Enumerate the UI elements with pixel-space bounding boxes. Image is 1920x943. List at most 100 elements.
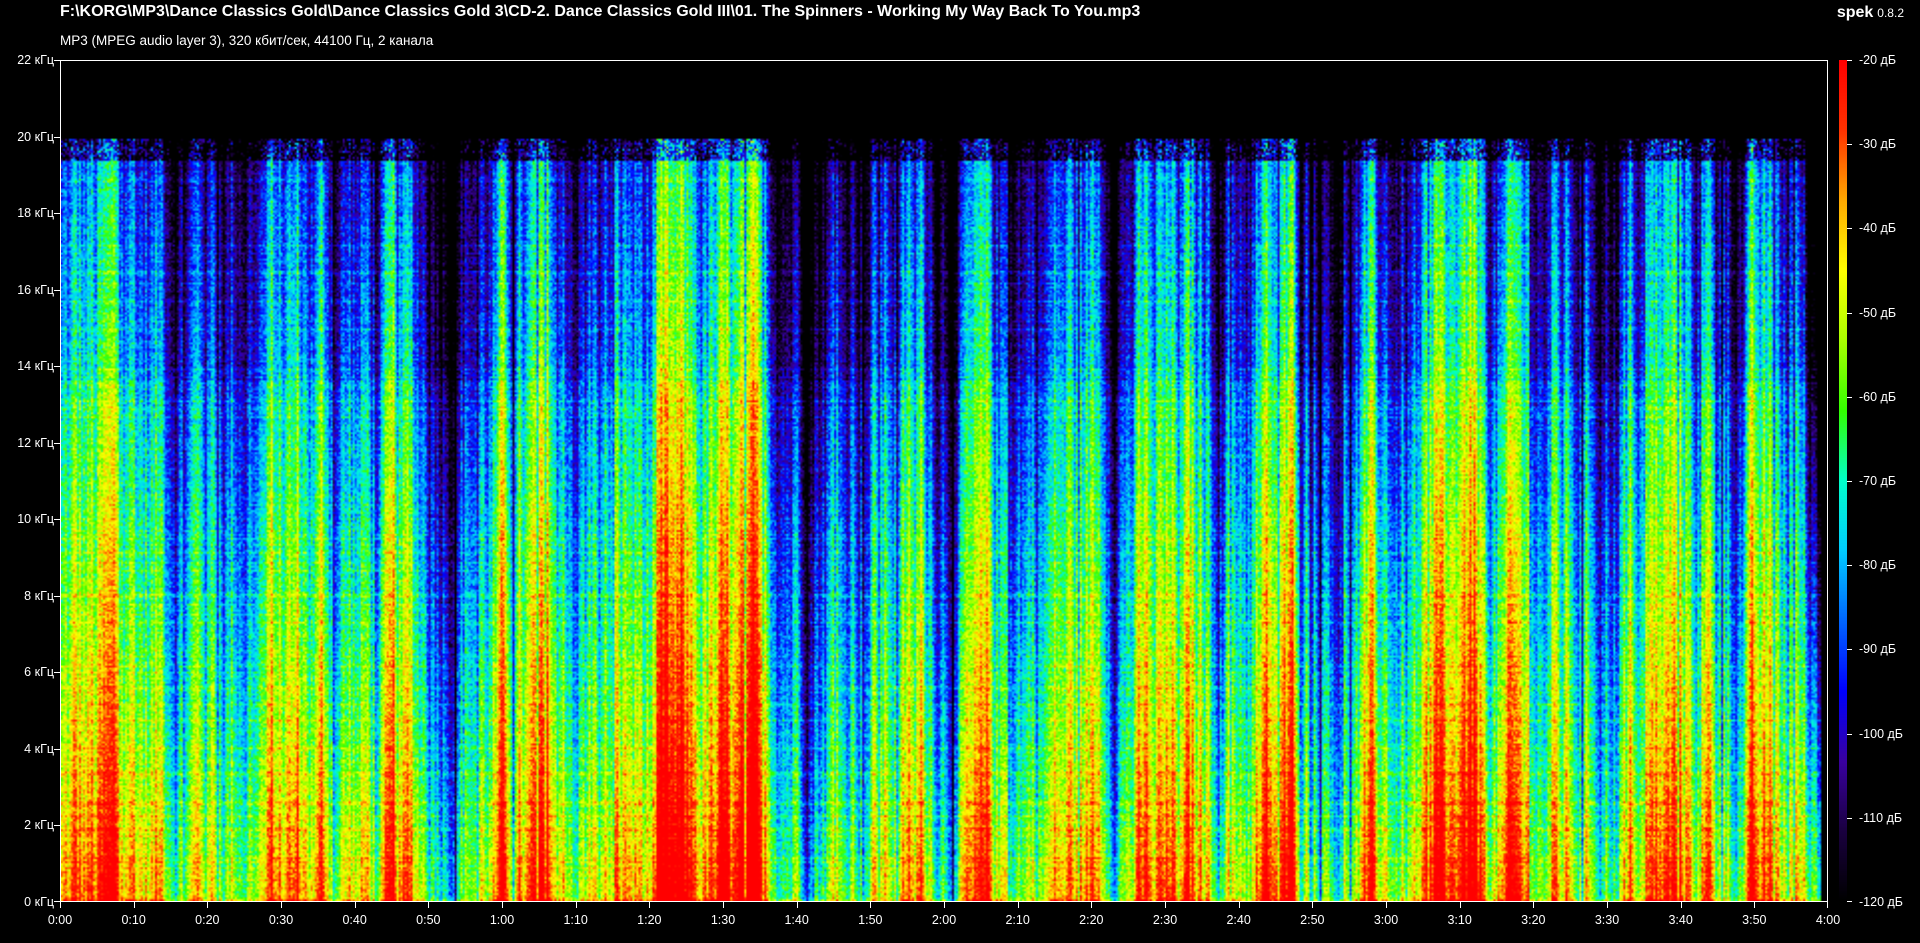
colorbar-tick-mark xyxy=(1847,565,1852,567)
x-tick-mark xyxy=(1386,902,1387,908)
y-tick-label: 22 кГц xyxy=(17,53,54,67)
x-tick-mark xyxy=(1238,902,1240,908)
x-tick-mark xyxy=(1017,902,1019,908)
y-tick-mark xyxy=(54,366,60,368)
y-tick-mark xyxy=(54,213,60,215)
x-tick-label: 2:30 xyxy=(1152,913,1178,927)
colorbar-tick-mark xyxy=(1847,649,1852,651)
colorbar-tick-mark xyxy=(1847,144,1852,146)
colorbar-tick-mark xyxy=(1847,396,1852,398)
y-tick-label: 0 кГц xyxy=(24,895,54,909)
y-tick-label: 20 кГц xyxy=(17,129,54,144)
x-tick-mark xyxy=(723,902,724,908)
y-tick-label: 16 кГц xyxy=(17,282,54,297)
x-tick-mark xyxy=(428,902,430,908)
x-tick-label: 3:20 xyxy=(1521,913,1546,927)
x-tick-label: 2:20 xyxy=(1079,913,1104,927)
colorbar-tick-label: -30 дБ xyxy=(1859,137,1897,152)
y-tick-mark xyxy=(54,748,60,750)
x-tick-label: 3:30 xyxy=(1594,913,1620,927)
y-tick-mark xyxy=(54,595,60,597)
x-tick-mark xyxy=(502,902,503,908)
x-tick-mark xyxy=(1165,902,1166,908)
x-tick-label: 2:40 xyxy=(1226,913,1251,927)
colorbar-tick-label: -110 дБ xyxy=(1859,810,1903,825)
x-tick-mark xyxy=(1533,902,1535,908)
y-tick-label: 6 кГц xyxy=(24,665,54,680)
x-tick-mark xyxy=(1827,902,1828,908)
x-tick-label: 1:00 xyxy=(489,913,515,927)
x-tick-mark xyxy=(133,902,135,908)
x-tick-mark xyxy=(60,902,61,908)
x-tick-mark xyxy=(354,902,356,908)
x-tick-label: 2:50 xyxy=(1300,913,1325,927)
db-colorbar xyxy=(1839,60,1847,902)
x-tick-mark xyxy=(281,902,282,908)
spectrogram-plot xyxy=(60,60,1828,902)
x-tick-label: 3:50 xyxy=(1742,913,1767,927)
y-tick-label: 12 кГц xyxy=(17,435,54,450)
y-tick-label: 2 кГц xyxy=(24,818,54,833)
y-tick-mark xyxy=(54,289,60,291)
colorbar-tick-label: -120 дБ xyxy=(1859,895,1903,909)
x-tick-mark xyxy=(1680,902,1682,908)
x-tick-mark xyxy=(1312,902,1314,908)
x-tick-label: 1:10 xyxy=(563,913,588,927)
x-tick-label: 0:40 xyxy=(342,913,367,927)
db-colorbar-scale: -20 дБ -30 дБ -40 дБ -50 дБ -60 дБ -70 дБ -80 … xyxy=(1847,53,1920,909)
x-tick-label: 2:10 xyxy=(1005,913,1030,927)
x-tick-label: 3:40 xyxy=(1668,913,1693,927)
x-tick-mark xyxy=(870,902,872,908)
colorbar-tick-mark xyxy=(1847,228,1852,230)
x-tick-label: 3:10 xyxy=(1447,913,1472,927)
x-tick-mark xyxy=(649,902,651,908)
x-tick-mark xyxy=(1091,902,1093,908)
x-tick-label: 0:50 xyxy=(416,913,441,927)
x-tick-mark xyxy=(207,902,209,908)
colorbar-tick-label: -40 дБ xyxy=(1859,221,1897,236)
colorbar-tick-label: -50 дБ xyxy=(1859,305,1897,320)
x-tick-label: 1:30 xyxy=(710,913,736,927)
colorbar-tick-mark xyxy=(1847,733,1852,735)
colorbar-tick-label: -90 дБ xyxy=(1859,642,1897,657)
colorbar-tick-label: -100 дБ xyxy=(1859,726,1903,741)
colorbar-tick-label: -60 дБ xyxy=(1859,389,1897,404)
y-tick-mark xyxy=(54,60,60,61)
app-name: spek xyxy=(1836,4,1874,21)
x-tick-label: 0:20 xyxy=(195,913,220,927)
y-tick-mark xyxy=(54,672,60,674)
x-tick-label: 0:30 xyxy=(268,913,294,927)
colorbar-tick-mark xyxy=(1847,481,1852,482)
y-tick-mark xyxy=(54,825,60,827)
colorbar-tick-mark xyxy=(1847,60,1852,61)
colorbar-tick-mark xyxy=(1847,312,1852,314)
x-tick-label: 0:10 xyxy=(121,913,146,927)
x-tick-label: 4:00 xyxy=(1815,913,1841,927)
x-tick-label: 1:50 xyxy=(858,913,883,927)
x-tick-mark xyxy=(575,902,577,908)
audio-info-subtitle: MP3 (MPEG audio layer 3), 320 кбит/сек, … xyxy=(60,33,434,48)
y-tick-label: 4 кГц xyxy=(24,741,54,756)
colorbar-tick-mark xyxy=(1847,901,1852,902)
x-tick-label: 2:00 xyxy=(931,913,957,927)
x-tick-mark xyxy=(1607,902,1608,908)
y-tick-mark xyxy=(54,136,60,138)
x-tick-label: 1:20 xyxy=(637,913,662,927)
colorbar-tick-label: -70 дБ xyxy=(1859,474,1897,488)
y-tick-mark xyxy=(54,519,60,521)
colorbar-tick-label: -80 дБ xyxy=(1859,558,1897,573)
colorbar-tick-mark xyxy=(1847,817,1852,819)
colorbar-tick-label: -20 дБ xyxy=(1859,53,1897,67)
y-tick-mark xyxy=(54,442,60,444)
y-tick-label: 8 кГц xyxy=(24,588,54,603)
y-tick-label: 18 кГц xyxy=(17,206,54,221)
app-version: 0.8.2 xyxy=(1877,6,1904,20)
x-tick-label: 1:40 xyxy=(784,913,809,927)
x-tick-mark xyxy=(1459,902,1461,908)
file-path-title: F:\KORG\MP3\Dance Classics Gold\Dance Cl… xyxy=(60,3,1141,20)
x-tick-mark xyxy=(944,902,945,908)
x-tick-label: 3:00 xyxy=(1373,913,1399,927)
x-tick-mark xyxy=(796,902,798,908)
x-tick-mark xyxy=(1754,902,1756,908)
x-tick-label: 0:00 xyxy=(47,913,73,927)
